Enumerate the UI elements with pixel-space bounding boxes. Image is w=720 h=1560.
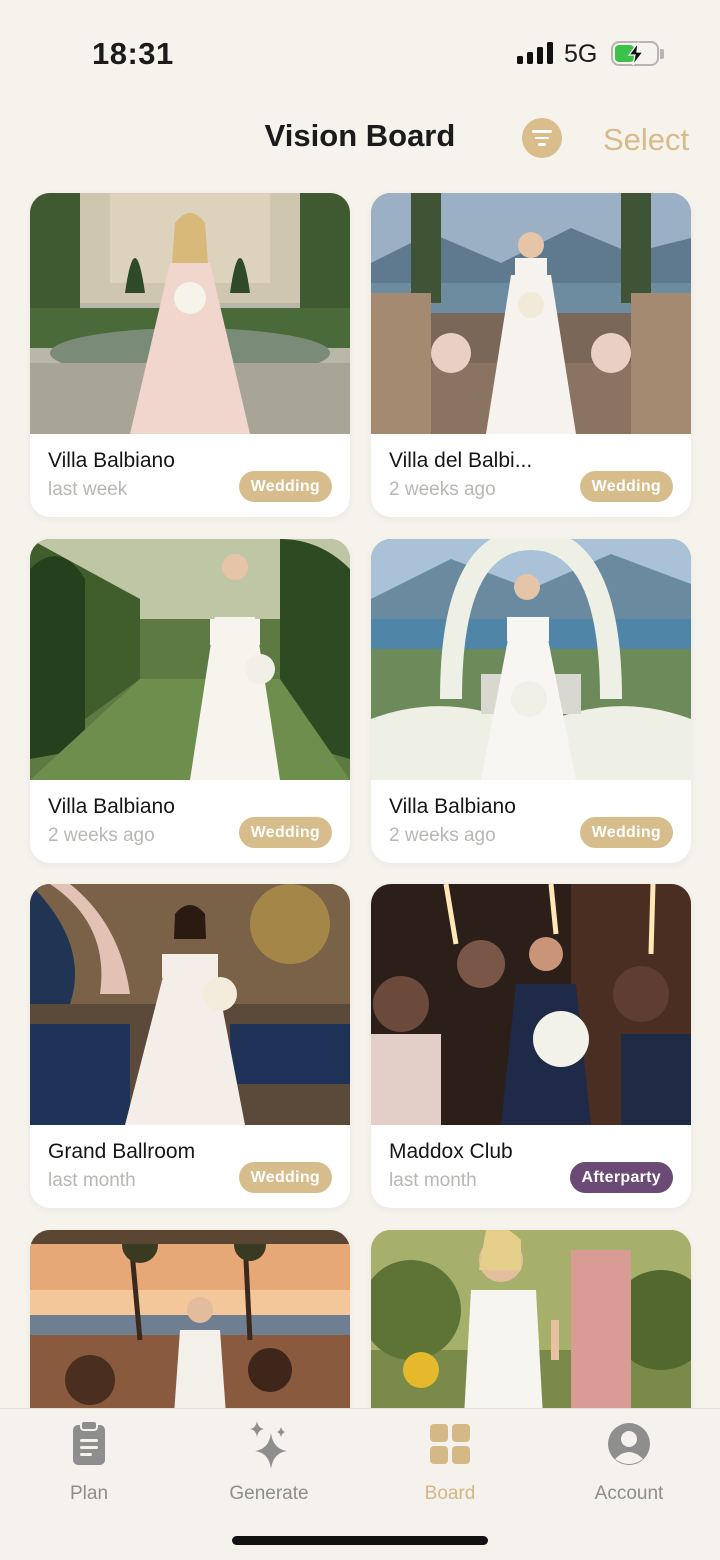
card-tag: Wedding (238, 1162, 332, 1193)
tab-account[interactable]: Account (549, 1419, 709, 1509)
clipboard-icon (73, 1420, 105, 1465)
card-date: 2 weeks ago (389, 825, 496, 846)
bride-in-garden-photo (30, 193, 350, 434)
card-image (371, 193, 691, 434)
bride-in-ballroom-photo (30, 884, 350, 1125)
card-tag: Wedding (579, 471, 673, 502)
filter-line (535, 136, 549, 140)
card-tag: Wedding (238, 817, 332, 848)
signal-icon (517, 42, 553, 64)
tab-plan[interactable]: Plan (9, 1419, 169, 1509)
card-title: Villa Balbiano (389, 795, 516, 818)
filter-line (538, 143, 546, 146)
card-title: Villa Balbiano (48, 795, 175, 818)
card-title: Grand Ballroom (48, 1140, 196, 1163)
filter-lines-icon (532, 130, 552, 133)
card-tag: Afterparty (569, 1162, 673, 1193)
card-date: last month (389, 1170, 477, 1191)
card-image (371, 539, 691, 780)
person-circle-icon (608, 1423, 650, 1465)
status-time: 18:31 (92, 36, 174, 71)
card-tag: Wedding (579, 817, 673, 848)
tab-generate[interactable]: Generate (189, 1419, 349, 1509)
card-date: last month (48, 1170, 136, 1191)
bride-on-candlelit-stairs-photo (371, 193, 691, 434)
home-indicator[interactable] (232, 1536, 488, 1545)
battery-nub (660, 49, 664, 59)
card-date: last week (48, 479, 128, 500)
bride-under-flower-arch-photo (371, 539, 691, 780)
card-title: Villa del Balbi... (389, 449, 533, 472)
sparkles-icon (250, 1421, 287, 1469)
board-card[interactable]: Villa Balbiano last week Wedding (30, 193, 350, 517)
grid-icon (430, 1424, 470, 1464)
card-image (30, 193, 350, 434)
board-card[interactable]: Maddox Club last month Afterparty (371, 884, 691, 1208)
tab-label: Generate (229, 1483, 309, 1504)
filter-button[interactable] (522, 118, 562, 158)
board-card[interactable]: Villa Balbiano 2 weeks ago Wedding (371, 539, 691, 863)
bolt-icon (627, 42, 645, 66)
bride-in-hedge-garden-photo (30, 539, 350, 780)
board-card[interactable]: Villa Balbiano 2 weeks ago Wedding (30, 539, 350, 863)
card-tag: Wedding (238, 471, 332, 502)
card-title: Maddox Club (389, 1140, 513, 1163)
card-image (371, 884, 691, 1125)
select-button[interactable]: Select (603, 122, 689, 158)
network-type: 5G (564, 40, 598, 68)
tab-board[interactable]: Board (370, 1419, 530, 1509)
card-title: Villa Balbiano (48, 449, 175, 472)
card-date: 2 weeks ago (48, 825, 155, 846)
tab-label: Plan (69, 1483, 109, 1504)
tab-label: Board (424, 1483, 476, 1504)
sparkler-club-party-photo (371, 884, 691, 1125)
board-card[interactable]: Grand Ballroom last month Wedding (30, 884, 350, 1208)
status-bar: 18:31 5G (0, 0, 720, 100)
card-image (30, 539, 350, 780)
card-image (30, 884, 350, 1125)
card-date: 2 weeks ago (389, 479, 496, 500)
board-card[interactable]: Villa del Balbi... 2 weeks ago Wedding (371, 193, 691, 517)
tab-label: Account (594, 1483, 664, 1504)
